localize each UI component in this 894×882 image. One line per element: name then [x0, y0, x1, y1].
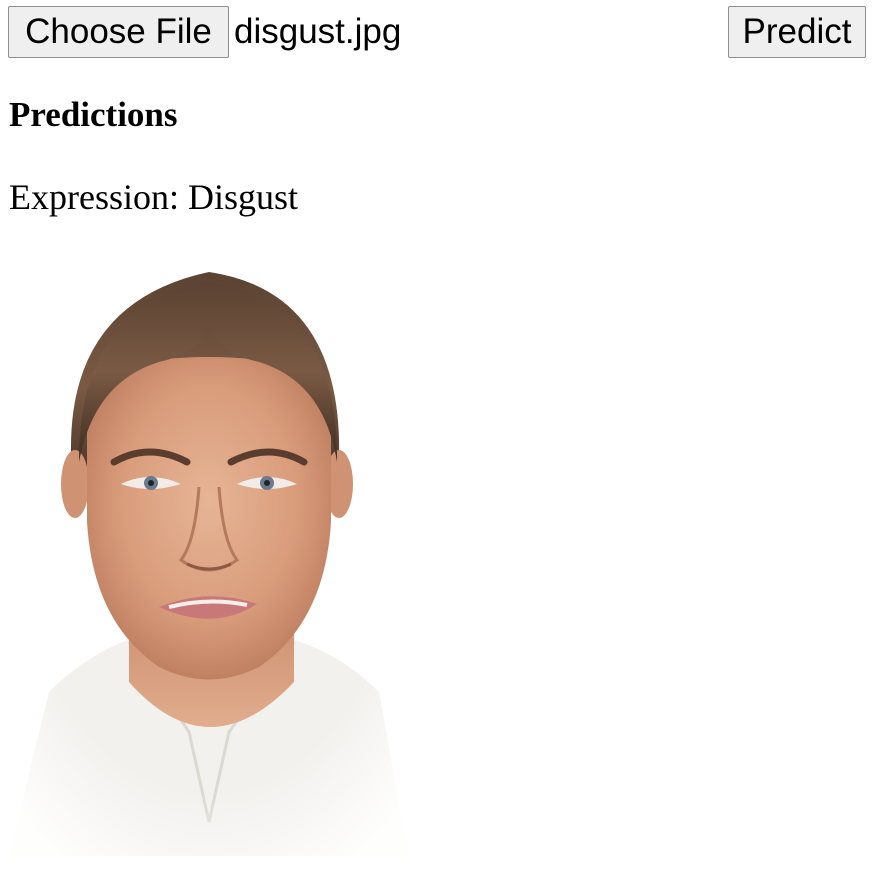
predictions-heading: Predictions — [9, 95, 178, 134]
expression-result: Expression: Disgust — [9, 177, 299, 217]
predict-button[interactable]: Predict — [728, 6, 866, 58]
uploaded-photo — [9, 262, 409, 856]
choose-file-button[interactable]: Choose File — [8, 6, 229, 58]
selected-file-name: disgust.jpg — [234, 12, 402, 51]
upload-form: Choose File disgust.jpg Predict — [8, 6, 866, 58]
face-photo-illustration — [9, 262, 409, 856]
